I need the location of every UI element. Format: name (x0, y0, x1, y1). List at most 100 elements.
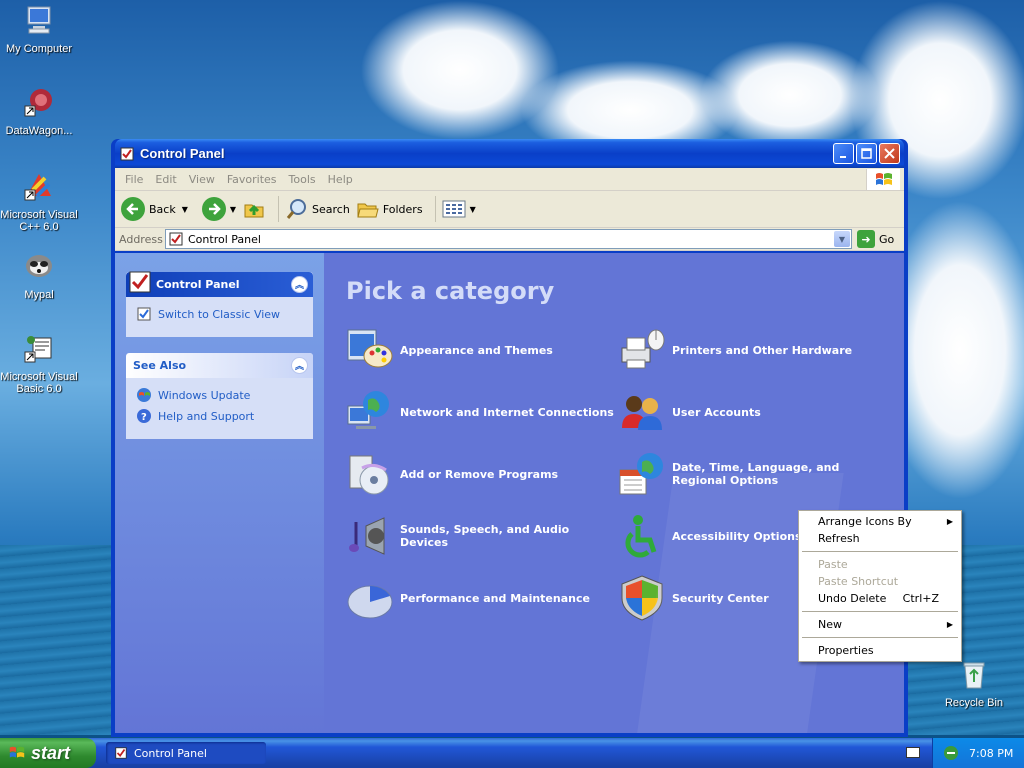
recycle-bin-icon (963, 662, 985, 689)
category-printers[interactable]: Printers and Other Hardware (618, 319, 890, 381)
control-panel-icon (115, 747, 127, 759)
minimize-button[interactable] (833, 143, 854, 164)
category-network[interactable]: Network and Internet Connections (346, 381, 618, 443)
address-value: Control Panel (188, 232, 261, 246)
search-label: Search (312, 202, 350, 216)
desktop-context-menu: Arrange Icons By ▶ Refresh Paste Paste Sh… (798, 510, 962, 662)
forward-button[interactable]: ▼ (201, 197, 236, 221)
menu-view[interactable]: View (183, 173, 221, 186)
date-time-icon (619, 453, 663, 495)
desktop-icon-datawagon[interactable]: DataWagon... (0, 86, 78, 137)
datawagon-icon (24, 89, 52, 117)
desktop-icon-mypal[interactable]: Mypal (0, 250, 78, 301)
start-button[interactable]: start (0, 738, 96, 768)
menu-item-refresh[interactable]: Refresh (801, 530, 959, 547)
menu-item-label: Undo Delete (818, 592, 887, 605)
menu-favorites[interactable]: Favorites (221, 173, 283, 186)
category-label: Add or Remove Programs (400, 467, 559, 481)
desktop-icon-recycle-bin[interactable]: Recycle Bin (935, 658, 1013, 709)
network-tray-icon[interactable] (943, 745, 959, 761)
desktop-icon-label: Mypal (24, 289, 54, 301)
category-user-accounts[interactable]: User Accounts (618, 381, 890, 443)
category-add-remove[interactable]: Add or Remove Programs (346, 443, 618, 505)
close-button[interactable] (879, 143, 900, 164)
switch-classic-view-label: Switch to Classic View (158, 307, 281, 321)
desktop-icon-label: DataWagon... (5, 125, 73, 137)
menu-separator (802, 637, 958, 638)
windows-logo (866, 169, 900, 190)
taskbar: start Control Panel 7:08 PM (0, 738, 1024, 768)
clock[interactable]: 7:08 PM (969, 747, 1013, 760)
panel-body: Switch to Classic View (126, 297, 313, 337)
forward-arrow-icon (201, 197, 226, 221)
sound-icon (349, 517, 385, 555)
toolbar: Back ▼ ▼ Search Folders ▼ (115, 191, 904, 228)
system-tray: 7:08 PM (932, 738, 1024, 768)
panel-title: Control Panel (156, 278, 240, 291)
menu-item-paste-shortcut: Paste Shortcut (801, 573, 959, 590)
minimize-icon (839, 155, 846, 158)
desktop-icon-label: Microsoft Visual Basic 6.0 (0, 371, 78, 395)
submenu-arrow-icon: ▶ (946, 620, 953, 629)
up-folder-icon (244, 204, 264, 218)
category-label: Printers and Other Hardware (672, 343, 853, 357)
user-accounts-icon (622, 396, 662, 430)
category-performance[interactable]: Performance and Maintenance (346, 567, 618, 629)
control-panel-panel: Control Panel ︽ Switch to Classic View (126, 271, 313, 337)
task-pane: Control Panel ︽ Switch to Classic View S… (115, 253, 324, 733)
search-button[interactable]: Search (285, 197, 350, 221)
keyboard-icon[interactable] (906, 747, 920, 758)
panel-header[interactable]: See Also ︽ (126, 353, 313, 378)
menu-edit[interactable]: Edit (149, 173, 182, 186)
maximize-button[interactable] (856, 143, 877, 164)
forward-dropdown-icon[interactable]: ▼ (230, 205, 236, 214)
menu-item-undo-delete[interactable]: Undo Delete Ctrl+Z (801, 590, 959, 607)
up-folder-button[interactable] (242, 197, 266, 221)
switch-classic-view-link[interactable]: Switch to Classic View (136, 306, 303, 322)
maximize-icon (861, 148, 872, 159)
title-bar[interactable]: Control Panel (115, 139, 904, 168)
search-icon (286, 199, 307, 219)
address-dropdown-icon[interactable]: ▼ (834, 231, 850, 247)
menu-item-properties[interactable]: Properties (801, 642, 959, 659)
add-remove-icon (349, 455, 389, 495)
desktop-icon-visual-basic[interactable]: Microsoft Visual Basic 6.0 (0, 332, 78, 395)
svg-text:?: ? (141, 412, 147, 423)
menu-item-new[interactable]: New ▶ (801, 616, 959, 633)
menu-help[interactable]: Help (322, 173, 359, 186)
panel-title: See Also (133, 359, 187, 372)
desktop-icon-my-computer[interactable]: My Computer (0, 4, 78, 55)
back-dropdown-icon[interactable]: ▼ (182, 205, 188, 214)
menu-bar: File Edit View Favorites Tools Help (115, 168, 904, 191)
desktop-icon-visual-cpp[interactable]: Microsoft Visual C++ 6.0 (0, 170, 78, 233)
control-panel-icon (169, 232, 183, 246)
menu-item-label: Arrange Icons By (818, 515, 912, 528)
category-sounds[interactable]: Sounds, Speech, and Audio Devices (346, 505, 618, 567)
folders-button[interactable]: Folders (356, 197, 423, 221)
menu-file[interactable]: File (119, 173, 149, 186)
panel-body: Windows Update ? Help and Support (126, 378, 313, 439)
category-appearance[interactable]: Appearance and Themes (346, 319, 618, 381)
back-button[interactable]: Back ▼ (121, 197, 188, 221)
help-support-link[interactable]: ? Help and Support (136, 408, 303, 424)
menu-tools[interactable]: Tools (283, 173, 322, 186)
views-icon (442, 200, 466, 218)
collapse-chevron-icon[interactable]: ︽ (291, 357, 308, 374)
control-panel-window: Control Panel File Edit View Favorites T… (111, 139, 908, 737)
address-input[interactable]: Control Panel ▼ (165, 229, 852, 249)
menu-item-arrange-icons[interactable]: Arrange Icons By ▶ (801, 513, 959, 530)
window-title: Control Panel (140, 146, 225, 161)
printer-icon (621, 329, 665, 369)
go-button[interactable]: ➜ Go (852, 230, 904, 248)
views-button[interactable]: ▼ (442, 199, 476, 219)
desktop-icon-label: Recycle Bin (944, 697, 1004, 709)
menu-item-label: Refresh (818, 532, 860, 545)
taskbar-item-control-panel[interactable]: Control Panel (106, 742, 266, 764)
back-arrow-icon (121, 197, 145, 221)
menu-separator (802, 611, 958, 612)
collapse-chevron-icon[interactable]: ︽ (291, 276, 308, 293)
folders-icon (357, 203, 379, 218)
windows-update-link[interactable]: Windows Update (136, 387, 303, 403)
panel-header[interactable]: Control Panel ︽ (126, 271, 313, 297)
category-label: Performance and Maintenance (400, 591, 590, 605)
